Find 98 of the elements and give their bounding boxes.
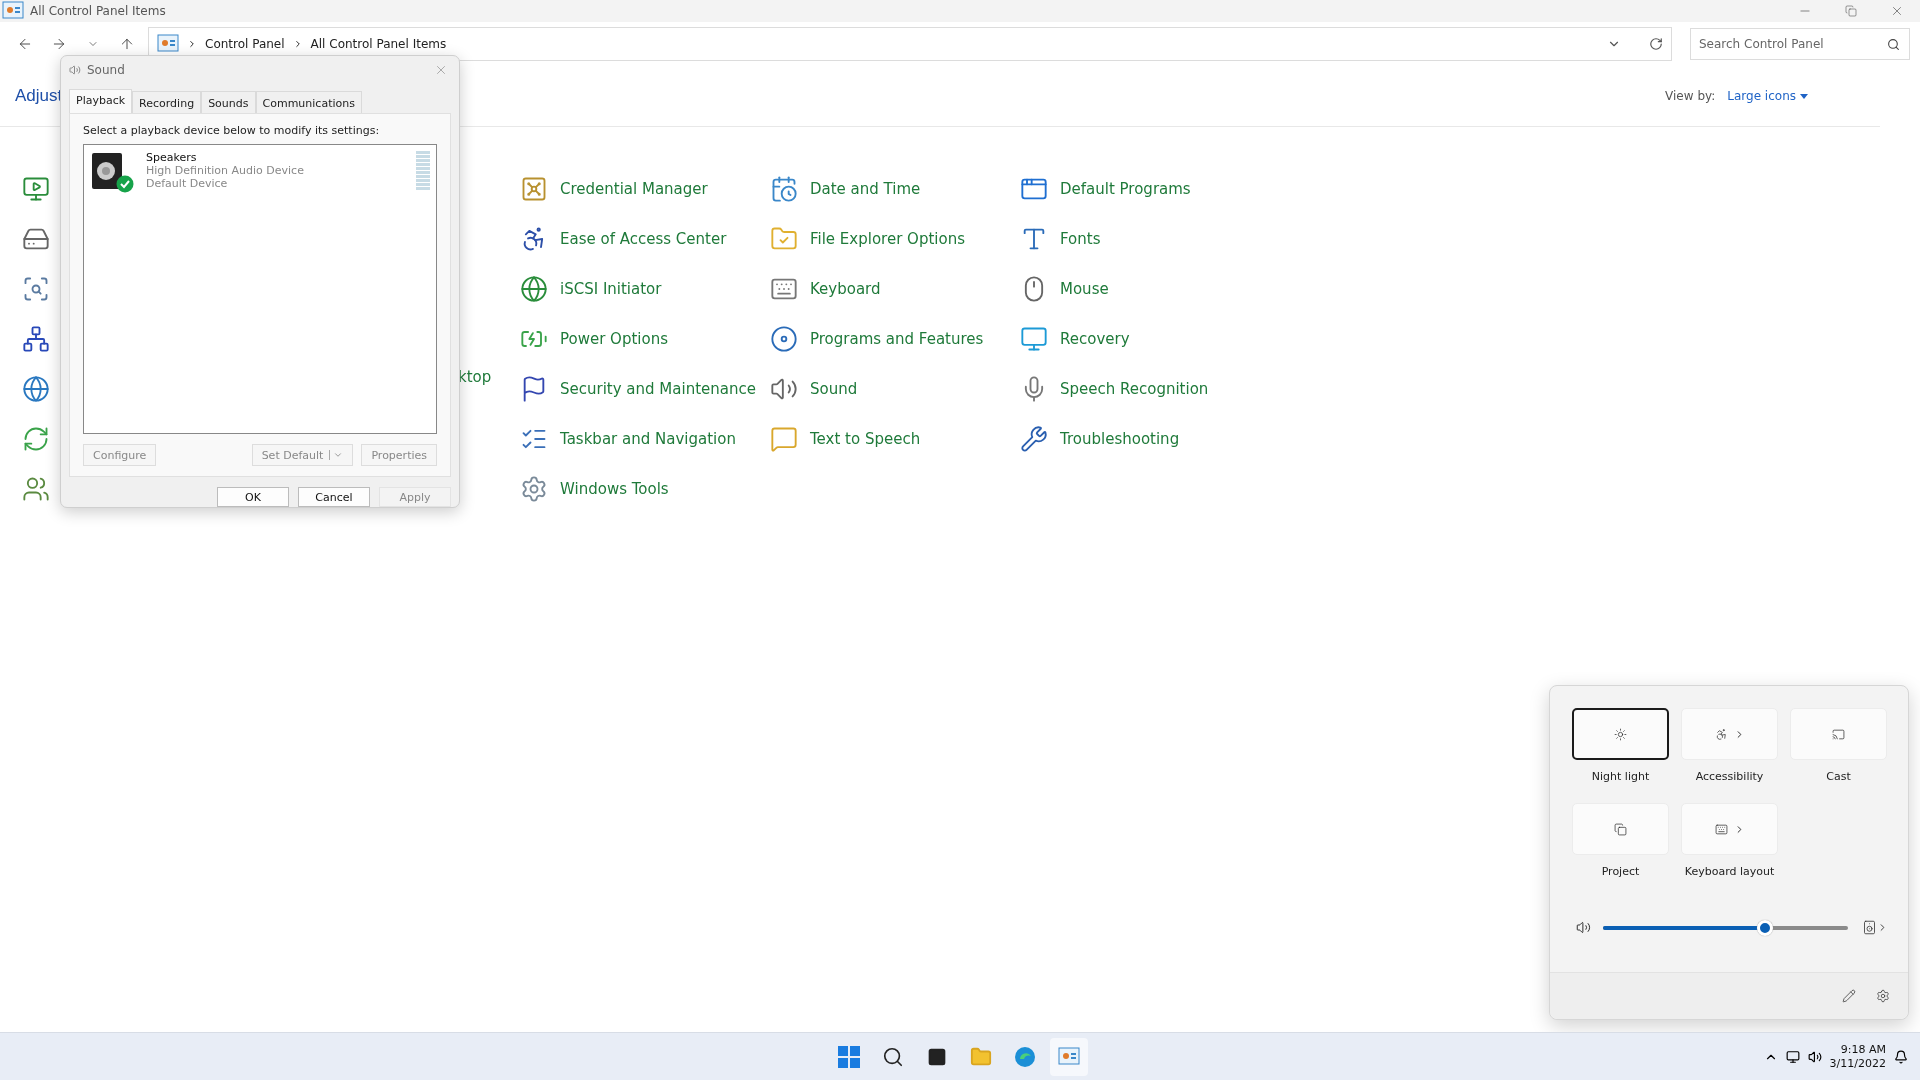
network-icon[interactable] — [22, 325, 50, 353]
breadcrumb[interactable]: Control Panel — [205, 37, 285, 51]
control-panel-item[interactable]: Credential Manager — [520, 164, 770, 214]
device-item[interactable]: Speakers High Definition Audio Device Default Device — [90, 151, 430, 195]
breadcrumb-separator-icon — [187, 39, 197, 49]
date-text: 3/11/2022 — [1829, 1056, 1886, 1071]
control-panel-item[interactable]: iSCSI Initiator — [520, 264, 770, 314]
bell-icon[interactable] — [1894, 1049, 1908, 1064]
up-arrow-icon — [119, 36, 135, 52]
address-bar[interactable]: Control Panel All Control Panel Items — [148, 27, 1672, 61]
control-panel-item[interactable]: Keyboard — [770, 264, 1020, 314]
keyboard-icon — [1714, 822, 1728, 836]
wrench-icon — [1020, 425, 1048, 453]
quick-setting-tile[interactable] — [1572, 708, 1669, 760]
cast-icon — [1832, 727, 1845, 741]
tile-label: Accessibility — [1695, 770, 1764, 783]
clock[interactable]: 9:18 AM 3/11/2022 — [1829, 1042, 1886, 1071]
dialog-title: Sound — [87, 62, 125, 77]
tile-label: Keyboard layout — [1684, 865, 1775, 878]
monitor-icon — [1020, 325, 1048, 353]
restore-icon — [1845, 5, 1857, 17]
sync-icon[interactable] — [22, 425, 50, 453]
volume-slider[interactable] — [1603, 919, 1848, 936]
accessibility-icon — [1714, 727, 1728, 741]
pencil-icon — [1842, 989, 1856, 1003]
control-panel-item[interactable]: Text to Speech — [770, 414, 1020, 464]
caret-icon — [1800, 93, 1808, 99]
speaker-icon — [1862, 920, 1877, 935]
control-panel-item[interactable]: File Explorer Options — [770, 214, 1020, 264]
control-panel-item[interactable]: Speech Recognition — [1020, 364, 1270, 414]
device-status: Default Device — [146, 177, 229, 190]
control-panel-item[interactable]: Troubleshooting — [1020, 414, 1270, 464]
search-icon — [882, 1045, 904, 1068]
instruction-text: Select a playback device below to modify its settings: — [83, 124, 381, 137]
control-panel-item[interactable]: Programs and Features — [770, 314, 1020, 364]
page-heading: Adjust — [15, 86, 63, 106]
volume-icon[interactable] — [1807, 1049, 1822, 1064]
tab[interactable]: Playback — [69, 89, 133, 113]
users-icon[interactable] — [22, 475, 50, 503]
control-panel-item[interactable]: Ease of Access Center — [520, 214, 770, 264]
edit-button[interactable] — [1840, 987, 1858, 1005]
refresh-icon[interactable] — [1649, 37, 1663, 51]
tile-label: Night light — [1591, 770, 1650, 783]
monitor-play-icon[interactable] — [22, 175, 50, 203]
tile-label: Project — [1601, 865, 1640, 878]
control-panel-item[interactable]: Mouse — [1020, 264, 1270, 314]
program-disc-icon — [770, 325, 798, 353]
folder-icon — [970, 1045, 992, 1068]
control-panel-icon — [1058, 1046, 1080, 1067]
windows-logo-icon — [838, 1045, 860, 1068]
dialog-button[interactable]: OK — [217, 487, 289, 507]
globe-icon[interactable] — [22, 375, 50, 403]
control-panel-item[interactable]: Taskbar and Navigation — [520, 414, 770, 464]
control-panel-item[interactable]: Recovery — [1020, 314, 1270, 364]
device-name: Speakers — [146, 151, 198, 164]
project-icon — [1614, 822, 1627, 836]
task-view-icon — [927, 1046, 947, 1067]
brightness-icon — [1614, 727, 1627, 741]
control-panel-item[interactable]: Windows Tools — [520, 464, 770, 514]
search-icon[interactable] — [1887, 38, 1900, 51]
control-panel-item[interactable]: Security and Maintenance — [520, 364, 770, 414]
gear-icon — [520, 475, 548, 503]
control-panel-item[interactable]: Power Options — [520, 314, 770, 364]
control-panel-item[interactable]: Sound — [770, 364, 1020, 414]
breadcrumb[interactable]: All Control Panel Items — [310, 37, 447, 51]
control-panel-button[interactable] — [1050, 1037, 1088, 1076]
view-by-dropdown[interactable]: Large icons — [1725, 87, 1810, 105]
volume-icon[interactable] — [1576, 920, 1591, 935]
globe-icon — [520, 275, 548, 303]
control-panel-item[interactable]: Date and Time — [770, 164, 1020, 214]
tab[interactable]: Recording — [132, 91, 202, 113]
browser-icon — [1014, 1045, 1036, 1068]
network-icon[interactable] — [1785, 1049, 1800, 1064]
time-text: 9:18 AM — [1840, 1042, 1886, 1057]
speaker-icon — [90, 151, 124, 191]
calendar-clock-icon — [770, 175, 798, 203]
forward-arrow-icon — [51, 36, 67, 52]
settings-button[interactable] — [1874, 987, 1892, 1005]
search-field[interactable]: Search Control Panel — [1690, 28, 1910, 60]
settings-icon — [1876, 989, 1890, 1003]
slider-thumb[interactable] — [1756, 919, 1773, 936]
speaker-icon — [69, 63, 81, 76]
control-panel-item[interactable]: Fonts — [1020, 214, 1270, 264]
caret-icon — [329, 450, 344, 460]
tile-label: Cast — [1826, 770, 1851, 783]
level-meter-icon — [416, 151, 430, 191]
tab[interactable]: Communications — [255, 91, 362, 113]
device-description: High Definition Audio Device — [146, 164, 304, 177]
safe-icon — [520, 175, 548, 203]
dialog-button[interactable]: Cancel — [298, 487, 370, 507]
window-title: All Control Panel Items — [30, 4, 166, 18]
control-panel-icon — [157, 34, 179, 54]
magnifier-icon[interactable] — [22, 275, 50, 303]
speech-bubble-icon — [770, 425, 798, 453]
close-icon — [1890, 4, 1904, 18]
view-by-label: View by: — [1665, 89, 1716, 103]
control-panel-item[interactable]: Default Programs — [1020, 164, 1270, 214]
tab[interactable]: Sounds — [201, 91, 256, 113]
